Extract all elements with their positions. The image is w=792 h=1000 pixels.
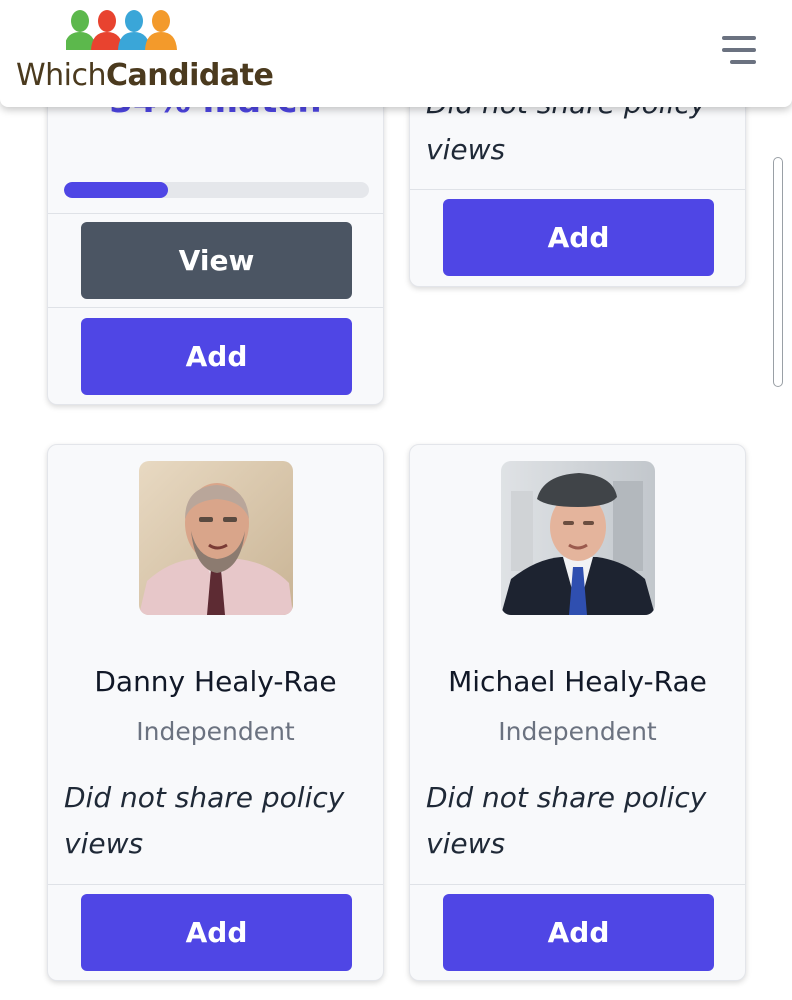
add-button[interactable]: Add [443,894,714,971]
candidate-photo-image [139,461,293,615]
candidate-party: Independent [136,717,295,746]
card-divider [48,213,383,214]
add-button[interactable]: Add [443,199,714,276]
candidate-name[interactable]: Danny Healy-Rae [48,665,383,698]
candidate-card-danny-healy-rae: Danny Healy-Rae Independent Did not shar… [47,444,384,981]
person-head [152,10,170,32]
logo-text-candidate: Candidate [106,58,274,93]
candidate-party: Independent [498,717,657,746]
logo-text-which: Which [16,58,107,93]
policy-line-2: views [64,827,144,860]
person-head [98,10,116,32]
logo-text: WhichCandidate [16,58,274,93]
candidate-photo[interactable] [501,461,655,615]
card-divider [48,884,383,885]
person-body [91,32,123,50]
scrollbar[interactable] [773,157,783,387]
view-button[interactable]: View [81,222,352,299]
person-body [118,32,150,50]
candidate-card-michael-healy-rae: Michael Healy-Rae Independent Did not sh… [409,444,746,981]
candidate-photo-image [501,461,655,615]
policy-line-2: views [426,133,506,166]
card-divider [48,307,383,308]
candidate-name[interactable]: Michael Healy-Rae [410,665,745,698]
add-button[interactable]: Add [81,894,352,971]
whichcandidate-logo[interactable]: WhichCandidate [16,8,274,98]
policy-line-1: Did not share policy [64,781,345,814]
policy-status-text: Did not share policy views [64,775,344,867]
card-divider [410,884,745,885]
site-header: WhichCandidate [0,0,792,107]
person-head [71,10,89,32]
match-progress-fill [64,182,168,198]
policy-status-text: Did not share policy views [426,775,706,867]
policy-line-2: views [426,827,506,860]
people-logo-icon [66,10,177,50]
match-progress-bar [64,182,369,198]
person-body [145,32,177,50]
person-head [125,10,143,32]
candidate-card-top-left: 34% match View Add [47,60,384,405]
card-divider [410,189,745,190]
policy-line-1: Did not share policy [426,781,707,814]
hamburger-menu-icon[interactable] [722,32,762,72]
candidate-photo[interactable] [139,461,293,615]
add-button[interactable]: Add [81,318,352,395]
candidate-grid: 34% match View Add Did not share policy … [0,0,792,1000]
